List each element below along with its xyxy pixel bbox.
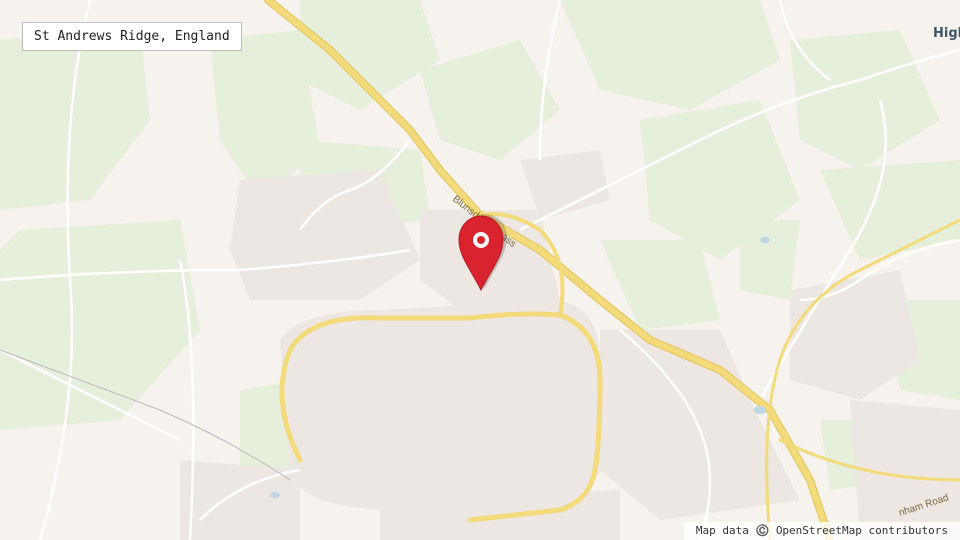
map-canvas[interactable]: Blunsdon Bypass nham Road: [0, 0, 960, 540]
map-attribution[interactable]: Map data ©️ OpenStreetMap contributors: [683, 522, 960, 540]
town-label-high: High: [933, 26, 960, 41]
location-label: St Andrews Ridge, England: [22, 22, 242, 51]
